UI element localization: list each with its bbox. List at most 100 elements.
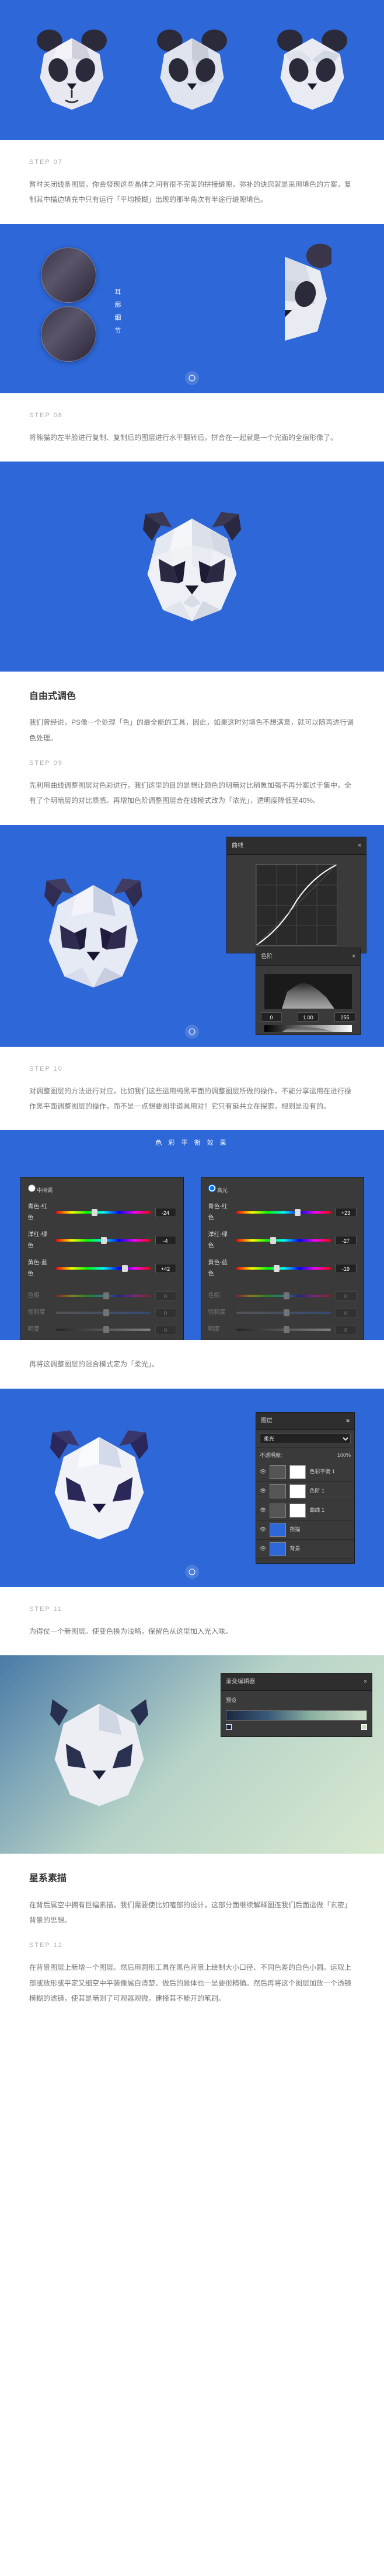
ear-detail-callout	[41, 247, 96, 362]
panda-adjusted	[35, 872, 152, 994]
slider-value[interactable]: -4	[155, 1236, 176, 1245]
opacity-value[interactable]: 100%	[337, 1450, 351, 1460]
panel-title: 曲线	[232, 840, 243, 851]
slider-value[interactable]: -27	[336, 1236, 357, 1245]
body-text: 我们曾经说，PS像一个处理「色」的最全能的工具，因此，如果这时对填色不想满意，就…	[29, 715, 355, 746]
ps-levels-panel[interactable]: 色阶 × 0 1.00 255	[256, 948, 361, 1035]
ps-curves-panel[interactable]: 曲线 ×	[226, 837, 366, 953]
color-balance-panel-highlights[interactable]: 高光 青色-红色+23 洋红-绿色-27 黄色-蓝色-19 色相0 饱和度0 明…	[201, 1177, 364, 1340]
body-text: 先利用曲线调整图层对色彩进行，我们这里的目的是想让颜色的明暗对比稍象加强不再分案…	[29, 778, 355, 809]
figure-color-balance: 色 彩 平 衡 效 果 中间调 青色-红色 -24 洋红-绿色 -4 黄色-蓝色 +4…	[0, 1130, 384, 1340]
blend-mode-select[interactable]: 柔光	[260, 1434, 351, 1444]
color-balance-panel-midtones[interactable]: 中间调 青色-红色-24 洋红-绿色-4 黄色-蓝色+42 色相0 饱和度0 明…	[20, 1177, 184, 1340]
close-icon[interactable]: ×	[358, 840, 361, 851]
visibility-icon[interactable]: 👁	[260, 1525, 266, 1535]
step-marker-icon	[185, 371, 199, 385]
step11-text: STEP 11 为得仗一个新图层。使变色换为浅略，保留色从这里加入光入味。	[0, 1587, 384, 1655]
tone-option[interactable]: 高光	[208, 1184, 228, 1196]
close-icon[interactable]: ×	[364, 1676, 367, 1687]
gradient-stop[interactable]	[361, 1724, 367, 1730]
levels-black[interactable]: 0	[261, 1012, 282, 1022]
panda-on-gradient	[41, 1690, 158, 1813]
figure-blend-mode: 图层≡ 柔光 不透明度:100% 👁色彩平衡 1 👁色阶 1 👁曲线 1 👁熊猫…	[0, 1389, 384, 1587]
visibility-icon[interactable]: 👁	[260, 1544, 266, 1554]
body-text: 对调整图层的方法进行对应，比如我们这些运用纯黑平面的调整图层所做的操作，不能分享…	[29, 1083, 355, 1114]
panda-variant-3	[271, 26, 353, 114]
body-text: 在背景图层上新增一个图层。然后用圆形工具在黑色背景上绘制大小口径、不同色差的白色…	[29, 1960, 355, 2006]
section-title: 星系素描	[29, 1870, 355, 1888]
figure-curves-levels: 曲线 × 色阶 × 0 1.00 255	[0, 825, 384, 1047]
levels-histogram[interactable]	[264, 974, 352, 1009]
tone-option[interactable]: 中间调	[28, 1184, 53, 1196]
step10-text: STEP 10 对调整图层的方法进行对应，比如我们这些运用纯黑平面的调整图层所做…	[0, 1047, 384, 1131]
slider-track[interactable]	[56, 1239, 151, 1242]
slider-value[interactable]: -19	[336, 1264, 357, 1273]
slider-value[interactable]: -24	[155, 1208, 176, 1217]
slider-value[interactable]: +23	[336, 1208, 357, 1217]
step-label: STEP 07	[29, 156, 355, 169]
panda-complete	[134, 505, 250, 628]
step08-text: STEP 08 将熊猫的左半脸进行复制、复制后的图层进行水平翻转后，拼合在一起就…	[0, 393, 384, 462]
curves-grid[interactable]	[256, 864, 337, 946]
menu-icon[interactable]: ≡	[346, 1415, 350, 1427]
layer-item[interactable]: 👁熊猫	[256, 1521, 354, 1540]
panel-title: 色阶	[261, 951, 273, 962]
panel-title: 渐变编辑器	[226, 1676, 255, 1687]
figure-step07	[0, 0, 384, 140]
slider-label: 青色-红色	[28, 1201, 51, 1224]
panda-soft-light	[41, 1424, 158, 1546]
layer-item[interactable]: 👁色阶 1	[256, 1482, 354, 1501]
figure-panda-complete	[0, 462, 384, 672]
slider-track[interactable]	[236, 1267, 331, 1270]
slider-label: 黄色-蓝色	[28, 1257, 51, 1280]
step-marker-icon	[185, 1025, 199, 1039]
body-text: 将熊猫的左半脸进行复制、复制后的图层进行水平翻转后，拼合在一起就是一个完面的全宿…	[29, 430, 355, 445]
panel-title: 图层	[261, 1415, 273, 1427]
step-label: STEP 09	[29, 757, 355, 770]
body-text: 再将这调整图层的混合模式定为「柔光」。	[29, 1357, 355, 1372]
visibility-icon[interactable]: 👁	[260, 1486, 266, 1496]
ps-layers-panel[interactable]: 图层≡ 柔光 不透明度:100% 👁色彩平衡 1 👁色阶 1 👁曲线 1 👁熊猫…	[256, 1412, 355, 1564]
ps-gradient-editor[interactable]: 渐变编辑器× 预设	[221, 1673, 372, 1737]
figure-caption: 色 彩 平 衡 效 果	[0, 1130, 384, 1156]
slider-label: 洋红-绿色	[208, 1229, 232, 1252]
levels-gray[interactable]: 1.00	[298, 1012, 319, 1022]
slider-label: 洋红-绿色	[28, 1229, 51, 1252]
step10-text-2: 再将这调整图层的混合模式定为「柔光」。	[0, 1340, 384, 1388]
figure-step08: 耳 廓 细 节	[0, 224, 384, 393]
body-text: 在背后属空中拥有巨幅素描，我们需要使比如喧部的设计，这部分面继续解释图连我们后面…	[29, 1897, 355, 1928]
step-label: STEP 11	[29, 1603, 355, 1616]
visibility-icon[interactable]: 👁	[260, 1467, 266, 1477]
step-label: STEP 08	[29, 410, 355, 422]
slider-label: 青色-红色	[208, 1201, 232, 1224]
step09-text: 自由式调色 我们曾经说，PS像一个处理「色」的最全能的工具，因此，如果这时对填色…	[0, 672, 384, 825]
slider-value[interactable]: +42	[155, 1264, 176, 1273]
detail-label: 耳 廓 细 节	[111, 288, 123, 335]
visibility-icon[interactable]: 👁	[260, 1505, 266, 1515]
gradient-preview[interactable]	[226, 1710, 367, 1721]
section-stars-text: 星系素描 在背后属空中拥有巨幅素描，我们需要使比如喧部的设计，这部分面继续解释图…	[0, 1854, 384, 2022]
section-title: 自由式调色	[29, 688, 355, 705]
body-text: 为得仗一个新图层。使变色换为浅略，保留色从这里加入光入味。	[29, 1624, 355, 1639]
gradient-stop[interactable]	[226, 1724, 232, 1730]
panda-variant-1	[31, 26, 113, 114]
layer-item[interactable]: 👁色彩平衡 1	[256, 1463, 354, 1482]
slider-label: 黄色-蓝色	[208, 1257, 232, 1280]
slider-track[interactable]	[236, 1211, 331, 1214]
layer-item[interactable]: 👁曲线 1	[256, 1501, 354, 1521]
step-label: STEP 10	[29, 1063, 355, 1075]
slider-track[interactable]	[56, 1211, 151, 1214]
slider-track[interactable]	[236, 1239, 331, 1242]
panda-variant-2	[151, 26, 233, 114]
figure-gradient-bg: 渐变编辑器× 预设	[0, 1655, 384, 1854]
levels-output-ramp[interactable]	[264, 1025, 352, 1032]
close-icon[interactable]: ×	[352, 951, 355, 962]
panda-half-face	[285, 242, 331, 347]
slider-track[interactable]	[56, 1267, 151, 1270]
levels-white[interactable]: 255	[334, 1012, 355, 1022]
step07-text: STEP 07 暂时关闭线条图层，你会發现这些晶体之间有很不完美的拼接缝隙，弥补…	[0, 140, 384, 224]
body-text: 暂时关闭线条图层，你会發现这些晶体之间有很不完美的拼接缝隙，弥补的诀窍就是采用填…	[29, 177, 355, 208]
layer-item[interactable]: 👁背景	[256, 1540, 354, 1559]
step-marker-icon	[185, 1565, 199, 1579]
step-label: STEP 12	[29, 1939, 355, 1952]
